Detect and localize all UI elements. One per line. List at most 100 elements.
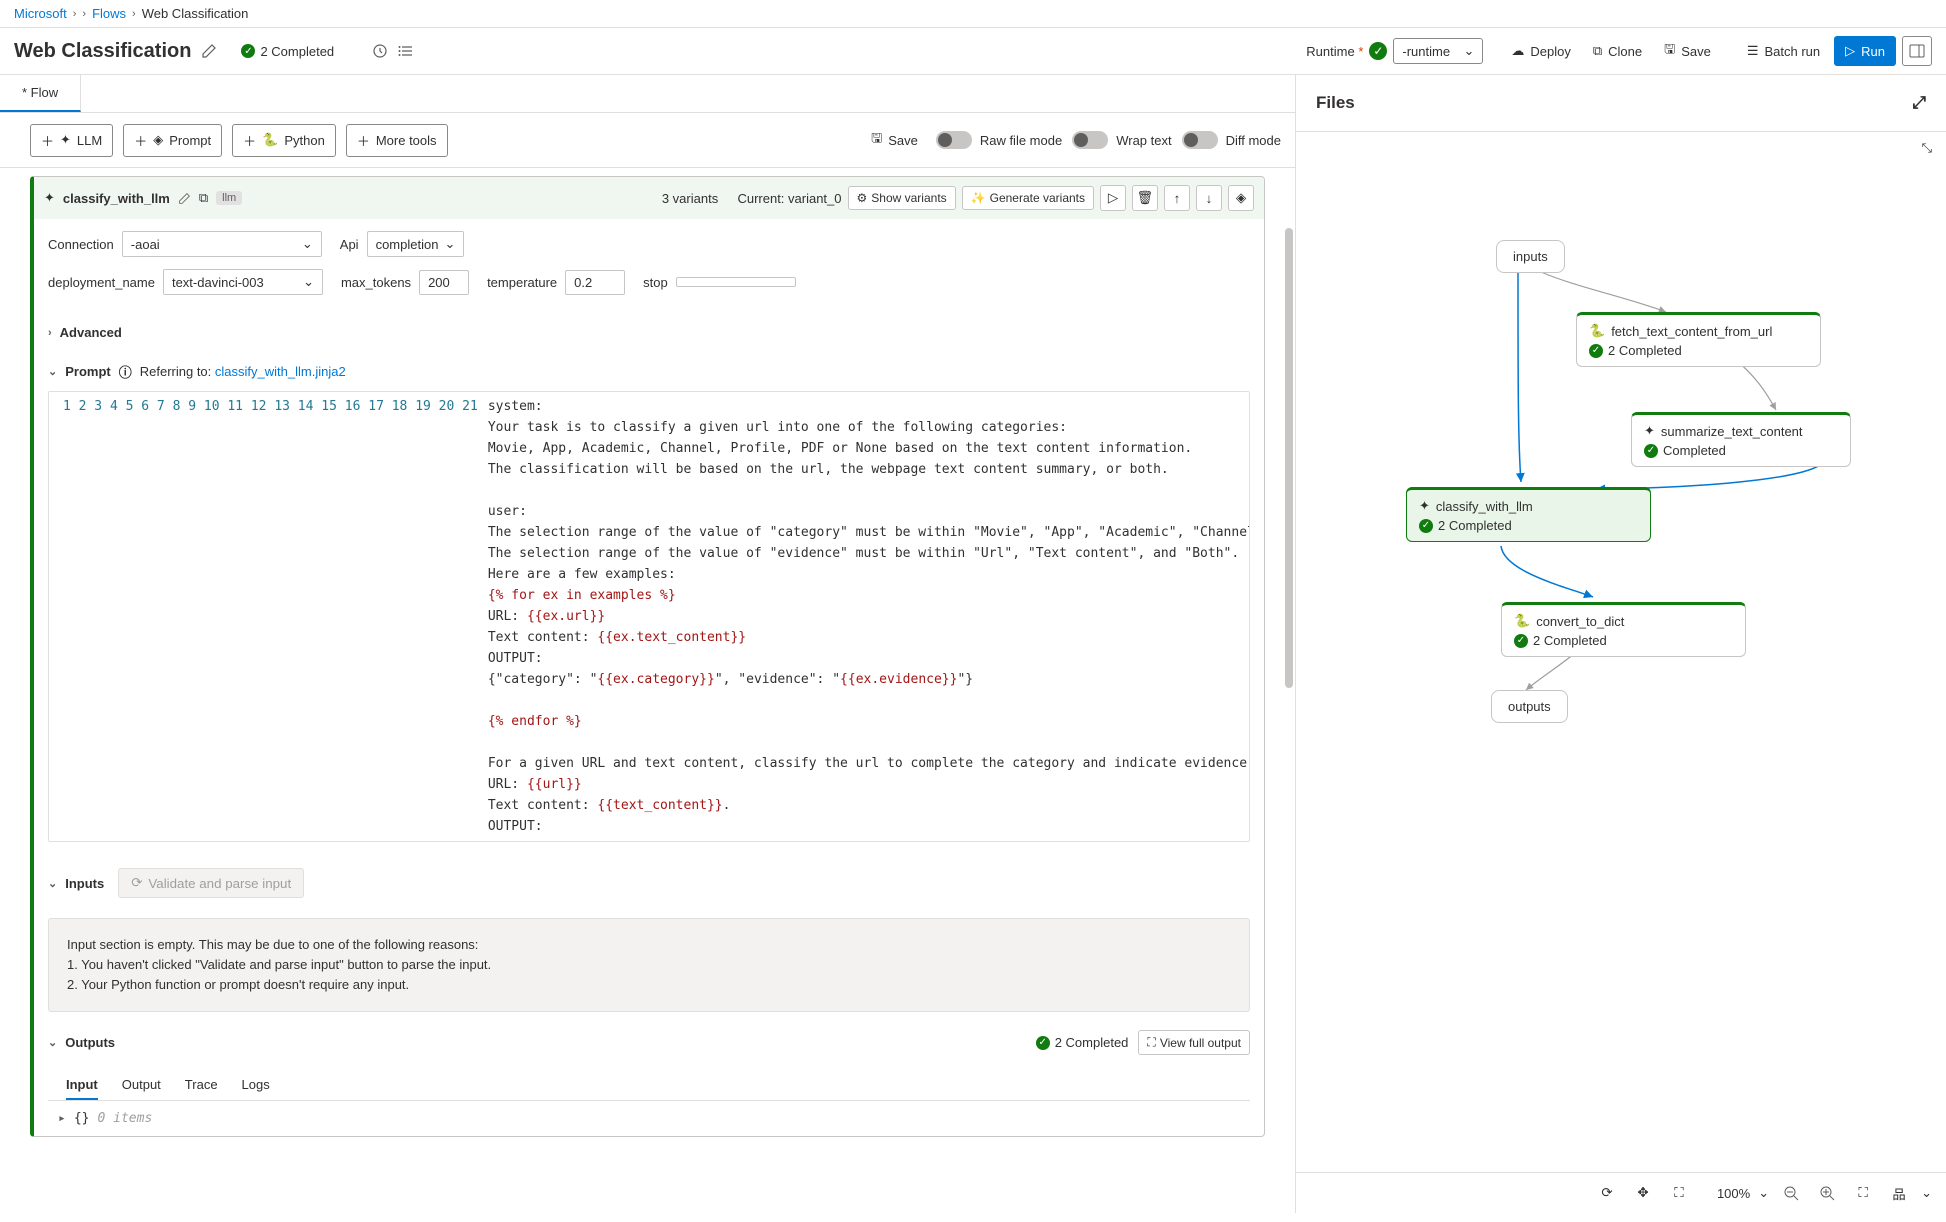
move-up-button[interactable]: ↑ <box>1164 185 1190 211</box>
node-type-badge: llm <box>216 191 242 205</box>
check-icon: ✓ <box>1514 634 1528 648</box>
validate-icon: ⟳ <box>131 875 142 891</box>
outputs-section[interactable]: ⌄ Outputs <box>48 1035 115 1050</box>
files-title: Files <box>1316 93 1355 113</box>
graph-footer-tools: ⟳ ✥ ⛶ 100% ⌄ ⛶ 品 ⌄ <box>1296 1172 1946 1213</box>
tab-input[interactable]: Input <box>66 1071 98 1100</box>
node-title: classify_with_llm <box>63 191 170 206</box>
delete-node-button[interactable]: 🗑 <box>1132 185 1158 211</box>
history-icon[interactable] <box>372 43 388 59</box>
edit-icon[interactable] <box>178 192 191 205</box>
prompt-file-link[interactable]: classify_with_llm.jinja2 <box>215 364 346 379</box>
more-tools-button[interactable]: ＋ More tools <box>346 124 448 157</box>
check-icon: ✓ <box>1036 1036 1050 1050</box>
move-down-button[interactable]: ↓ <box>1196 185 1222 211</box>
current-variant: Current: variant_0 <box>737 191 841 206</box>
outputs-status: ✓2 Completed <box>1036 1035 1129 1050</box>
chevron-down-icon: ⌄ <box>48 877 57 890</box>
graph-node-fetch[interactable]: 🐍fetch_text_content_from_url ✓2 Complete… <box>1576 312 1821 367</box>
temperature-input[interactable]: 0.2 <box>565 270 625 295</box>
graph-node-convert[interactable]: 🐍convert_to_dict ✓2 Completed <box>1501 602 1746 657</box>
files-panel-head: Files ⤢ <box>1296 75 1946 132</box>
add-prompt-button[interactable]: ＋ ◈ Prompt <box>123 124 222 157</box>
expand-icon: ⛶ <box>1147 1035 1155 1050</box>
referring-to: Referring to: classify_with_llm.jinja2 <box>140 364 346 379</box>
stop-input[interactable] <box>676 277 796 287</box>
run-button[interactable]: ▷ Run <box>1834 36 1896 66</box>
tab-flow[interactable]: * Flow <box>0 75 81 112</box>
target-button[interactable]: ◈ <box>1228 185 1254 211</box>
check-icon: ✓ <box>1589 344 1603 358</box>
graph-node-classify[interactable]: ✦classify_with_llm ✓2 Completed <box>1406 487 1651 542</box>
scrollbar[interactable] <box>1283 168 1295 1213</box>
collapse-icon[interactable]: ⤡ <box>1922 140 1932 156</box>
panel-toggle-button[interactable] <box>1902 36 1932 66</box>
zoom-out-button[interactable] <box>1777 1179 1805 1207</box>
show-variants-button[interactable]: ⚙Show variants <box>848 186 956 210</box>
save-icon: 🖫 <box>1664 40 1675 62</box>
deploy-icon: ☁ <box>1511 43 1524 59</box>
copy-icon[interactable]: ⧉ <box>199 190 208 206</box>
advanced-section[interactable]: › Advanced <box>34 319 1264 346</box>
connection-select[interactable]: -aoai⌄ <box>122 231 322 257</box>
chevron-right-icon: › <box>132 8 136 20</box>
list-icon[interactable] <box>398 43 414 59</box>
tab-output[interactable]: Output <box>122 1071 161 1100</box>
info-icon: ⓘ <box>119 362 132 381</box>
wrap-text-toggle[interactable] <box>1072 131 1108 149</box>
check-icon: ✓ <box>1644 444 1658 458</box>
max-tokens-input[interactable]: 200 <box>419 270 469 295</box>
graph-node-summarize[interactable]: ✦summarize_text_content ✓Completed <box>1631 412 1851 467</box>
add-python-button[interactable]: ＋ 🐍 Python <box>232 124 336 157</box>
tab-logs[interactable]: Logs <box>242 1071 270 1100</box>
save-flow-button[interactable]: 🖫 Save <box>863 123 926 157</box>
runtime-status-icon: ✓ <box>1369 42 1387 60</box>
run-node-button[interactable]: ▷ <box>1100 185 1126 211</box>
output-tabs: Input Output Trace Logs <box>48 1065 1250 1101</box>
tab-trace[interactable]: Trace <box>185 1071 218 1100</box>
view-full-output-button[interactable]: ⛶ View full output <box>1138 1030 1250 1055</box>
add-llm-button[interactable]: ＋ ✦ LLM <box>30 124 113 157</box>
layout-button[interactable]: 品 <box>1885 1179 1913 1207</box>
sparkle-icon: ✨ <box>971 191 986 205</box>
save-button[interactable]: 🖫 Save <box>1656 34 1719 68</box>
graph-inputs[interactable]: inputs <box>1496 240 1565 273</box>
zoom-in-button[interactable] <box>1813 1179 1841 1207</box>
cursor-button[interactable]: ✥ <box>1629 1179 1657 1207</box>
raw-file-toggle[interactable] <box>936 131 972 149</box>
deploy-button[interactable]: ☁ Deploy <box>1503 37 1578 65</box>
llm-icon: ✦ <box>1419 498 1430 514</box>
clone-button[interactable]: ⧉ Clone <box>1585 37 1650 65</box>
graph-canvas[interactable]: ⤡ inputs 🐍fetch_text_content_from_url ✓2 <box>1296 132 1946 1172</box>
check-icon: ✓ <box>241 44 255 58</box>
api-label: Api <box>340 237 359 252</box>
capture-button[interactable]: ⟳ <box>1593 1179 1621 1207</box>
breadcrumb-current: Web Classification <box>142 6 249 21</box>
diff-mode-label: Diff mode <box>1226 133 1281 148</box>
fullscreen-button[interactable]: ⛶ <box>1665 1179 1693 1207</box>
editor-code[interactable]: system: Your task is to classify a given… <box>488 392 1249 841</box>
expand-icon[interactable]: ⤢ <box>1912 93 1926 113</box>
breadcrumb: Microsoft › › Flows › Web Classification <box>0 0 1946 28</box>
diff-mode-toggle[interactable] <box>1182 131 1218 149</box>
inputs-section[interactable]: ⌄ Inputs <box>48 876 104 891</box>
batch-run-button[interactable]: ☰ Batch run <box>1739 37 1828 65</box>
graph-outputs[interactable]: outputs <box>1491 690 1568 723</box>
edit-icon[interactable] <box>201 43 217 59</box>
breadcrumb-root[interactable]: Microsoft <box>14 6 67 21</box>
json-preview[interactable]: ▸ {} 0 items <box>34 1101 1264 1136</box>
chevron-down-icon[interactable]: ⌄ <box>1758 1185 1769 1201</box>
title-bar: Web Classification ✓ 2 Completed Runtime… <box>0 28 1946 75</box>
chevron-down-icon: ⌄ <box>48 365 57 378</box>
breadcrumb-flows[interactable]: Flows <box>92 6 126 21</box>
prompt-editor[interactable]: 1 2 3 4 5 6 7 8 9 10 11 12 13 14 15 16 1… <box>48 391 1250 842</box>
prompt-section[interactable]: ⌄ Prompt ⓘ Referring to: classify_with_l… <box>34 356 1264 387</box>
api-select[interactable]: completion⌄ <box>367 231 465 257</box>
chevron-down-icon: ⌄ <box>1463 43 1474 59</box>
python-icon: 🐍 <box>262 132 278 148</box>
deployment-select[interactable]: text-davinci-003⌄ <box>163 269 323 295</box>
zoom-fit-button[interactable]: ⛶ <box>1849 1179 1877 1207</box>
runtime-select[interactable]: -runtime ⌄ <box>1393 38 1483 64</box>
chevron-down-icon[interactable]: ⌄ <box>1921 1185 1932 1201</box>
generate-variants-button[interactable]: ✨Generate variants <box>962 186 1094 210</box>
